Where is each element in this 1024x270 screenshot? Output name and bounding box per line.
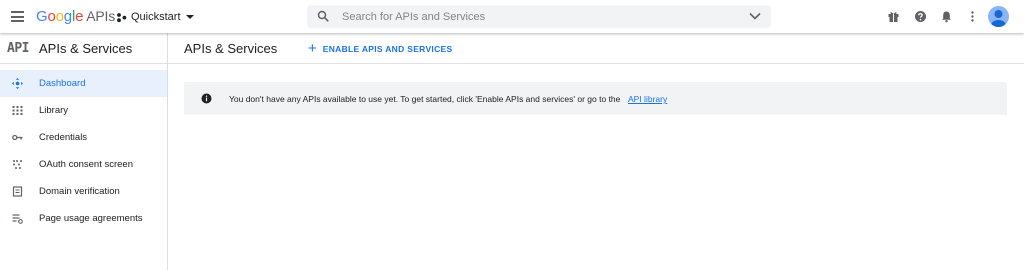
api-logo: API (7, 41, 29, 56)
sidebar: API APIs & Services Dashboard Library Cr… (0, 33, 168, 270)
domain-icon (12, 186, 23, 197)
avatar[interactable] (988, 6, 1009, 27)
caret-down-icon (185, 15, 194, 19)
info-icon (201, 93, 212, 104)
logo-letter: g (63, 8, 72, 25)
account-icon (991, 10, 1006, 27)
search-input[interactable] (342, 7, 732, 26)
plus-icon: + (308, 40, 317, 57)
logo-suffix: APIs (86, 8, 115, 24)
gift-icon[interactable] (887, 10, 900, 23)
sidebar-item-library[interactable]: Library (0, 97, 167, 124)
sidebar-nav: Dashboard Library Credentials OAuth cons… (0, 70, 167, 232)
logo-letter: o (55, 8, 64, 25)
project-icon (117, 12, 127, 22)
page-title: APIs & Services (184, 41, 278, 56)
sidebar-item-credentials[interactable]: Credentials (0, 124, 167, 151)
help-icon[interactable] (914, 10, 927, 23)
google-apis-logo[interactable]: Google APIs (36, 8, 115, 25)
project-selector[interactable]: Quickstart (116, 9, 194, 25)
project-name: Quickstart (131, 11, 181, 23)
menu-icon[interactable] (11, 11, 24, 22)
dashboard-icon (12, 78, 23, 89)
logo-letter: e (75, 8, 84, 25)
api-library-link[interactable]: API library (628, 94, 667, 104)
sidebar-item-dashboard[interactable]: Dashboard (0, 70, 167, 97)
sidebar-item-label: Dashboard (39, 78, 86, 89)
info-notice: You don't have any APIs available to use… (184, 82, 1007, 115)
main-content: APIs & Services + ENABLE APIS AND SERVIC… (168, 33, 1024, 270)
main-header: APIs & Services + ENABLE APIS AND SERVIC… (168, 33, 1024, 64)
search-icon (317, 10, 329, 22)
notifications-icon[interactable] (940, 10, 953, 23)
logo-letter: o (47, 8, 56, 25)
top-bar: Google APIs Quickstart (0, 0, 1024, 33)
sidebar-item-oauth-consent[interactable]: OAuth consent screen (0, 151, 167, 178)
sidebar-item-page-usage-agreements[interactable]: Page usage agreements (0, 205, 167, 232)
chevron-down-icon[interactable] (749, 12, 761, 20)
key-icon (12, 134, 23, 141)
more-vert-icon[interactable] (966, 10, 979, 23)
sidebar-item-label: OAuth consent screen (39, 159, 133, 170)
search-bar[interactable] (307, 5, 771, 28)
sidebar-item-label: Credentials (39, 132, 88, 143)
library-icon (12, 106, 23, 115)
agreements-icon (12, 214, 23, 224)
enable-apis-button[interactable]: + ENABLE APIS AND SERVICES (308, 40, 452, 57)
enable-apis-label: ENABLE APIS AND SERVICES (322, 43, 453, 54)
consent-icon (13, 160, 22, 169)
logo-letter: G (36, 8, 48, 25)
sidebar-header: API APIs & Services (0, 33, 167, 64)
sidebar-item-domain-verification[interactable]: Domain verification (0, 178, 167, 205)
sidebar-item-label: Page usage agreements (39, 213, 143, 224)
sidebar-item-label: Library (39, 105, 69, 116)
sidebar-title: APIs & Services (39, 41, 133, 56)
sidebar-item-label: Domain verification (39, 186, 120, 197)
notice-text: You don't have any APIs available to use… (229, 94, 621, 104)
